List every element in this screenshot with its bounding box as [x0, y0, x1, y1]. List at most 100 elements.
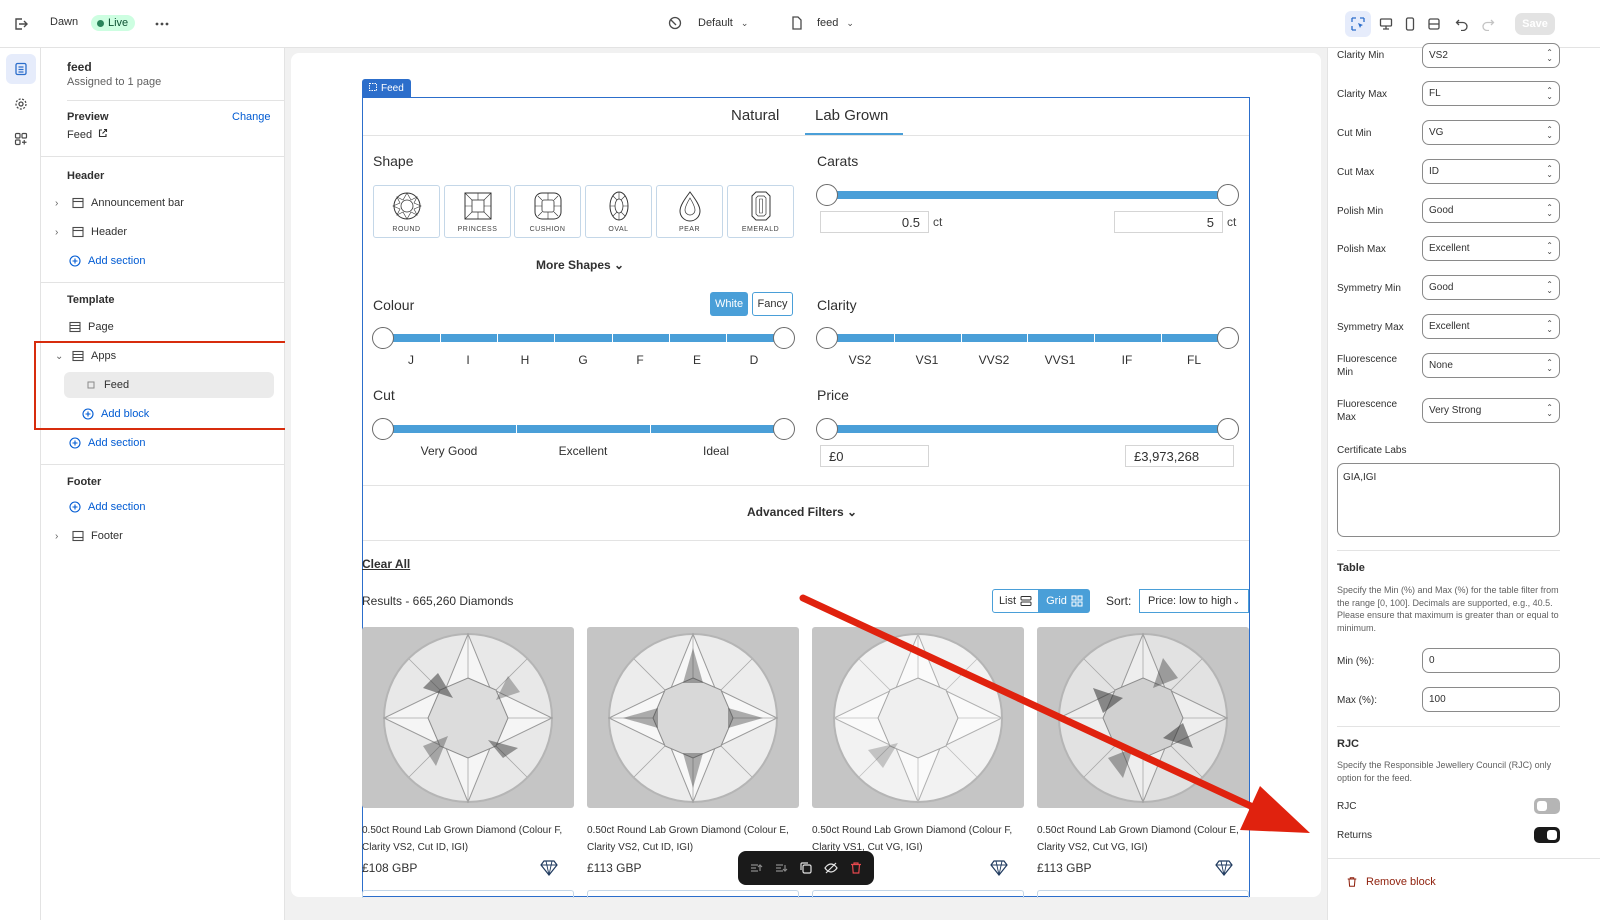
colour-fancy-toggle[interactable]: Fancy [752, 292, 793, 316]
symmetry-min-select[interactable]: Good ⌃ ⌄ [1422, 275, 1560, 300]
product-title[interactable]: 0.50ct Round Lab Grown Diamond (Colour E… [1037, 822, 1251, 856]
select-arrows-icon: ⌃ ⌄ [1546, 202, 1553, 218]
symmetry-max-select[interactable]: Excellent ⌃ ⌄ [1422, 314, 1560, 339]
shape-princess[interactable]: PRINCESS [444, 185, 511, 238]
sort-select[interactable]: Price: low to high ⌄ [1139, 589, 1249, 613]
duplicate-icon[interactable] [797, 859, 815, 877]
shape-name: ROUND [392, 226, 421, 233]
cut-max-handle[interactable] [773, 418, 795, 440]
grid-view-button[interactable]: Grid [1039, 589, 1090, 613]
cert-labs-textarea[interactable]: GIA,IGI [1337, 463, 1560, 537]
sections-icon[interactable] [6, 54, 36, 84]
shape-round[interactable]: ROUND [373, 185, 440, 238]
select-arrows-icon: ⌃ ⌄ [1546, 85, 1553, 101]
chevron-right-icon[interactable]: › [55, 531, 65, 542]
shape-oval[interactable]: OVAL [585, 185, 652, 238]
colour-tick-label: D [749, 353, 759, 367]
list-view-button[interactable]: List [992, 589, 1039, 613]
table-max-input[interactable]: 100 [1422, 687, 1560, 712]
cut-slider-track[interactable] [383, 425, 784, 433]
next-row-card [812, 890, 1024, 898]
select-value: Excellent [1429, 321, 1470, 332]
slider-tick [650, 425, 651, 433]
page-title: feed [67, 60, 92, 74]
move-down-icon[interactable] [772, 859, 790, 877]
section-page[interactable]: Page [68, 320, 114, 334]
shape-pear[interactable]: PEAR [656, 185, 723, 238]
clarity-max-handle[interactable] [1217, 327, 1239, 349]
table-min-input[interactable]: 0 [1422, 648, 1560, 673]
product-image[interactable] [362, 627, 574, 808]
add-section-footer-button[interactable]: Add section [68, 500, 145, 514]
tab-lab-grown[interactable]: Lab Grown [815, 107, 888, 124]
more-shapes-button[interactable]: More Shapes ⌄ [536, 258, 624, 272]
carats-min-handle[interactable] [816, 184, 838, 206]
carats-slider-track[interactable] [827, 191, 1228, 199]
remove-block-button[interactable]: Remove block [1346, 876, 1436, 888]
inspector-icon[interactable] [1345, 11, 1371, 37]
preview-value[interactable]: Feed [67, 128, 108, 141]
price-max-handle[interactable] [1217, 418, 1239, 440]
chevron-right-icon[interactable]: › [55, 198, 65, 209]
shape-emerald[interactable]: EMERALD [727, 185, 794, 238]
theme-selector[interactable]: Default ⌄ [668, 16, 748, 30]
section-announcement-bar[interactable]: › Announcement bar [55, 196, 184, 210]
price-min-handle[interactable] [816, 418, 838, 440]
polish-max-select[interactable]: Excellent ⌃ ⌄ [1422, 236, 1560, 261]
polish-min-select[interactable]: Good ⌃ ⌄ [1422, 198, 1560, 223]
returns-toggle[interactable] [1534, 827, 1560, 843]
price-max-input[interactable]: £3,973,268 [1125, 445, 1234, 467]
fluorescence-max-select[interactable]: Very Strong ⌃ ⌄ [1422, 398, 1560, 423]
colour-tick-label: J [408, 353, 414, 367]
colour-slider-track[interactable] [383, 334, 784, 342]
add-section-template-button[interactable]: Add section [68, 436, 145, 450]
clarity-min-select[interactable]: VS2 ⌃ ⌄ [1422, 43, 1560, 68]
delete-icon[interactable] [847, 859, 865, 877]
carat-min-input[interactable]: 0.5 [820, 211, 929, 233]
move-up-icon[interactable] [747, 859, 765, 877]
cut-max-select[interactable]: ID ⌃ ⌄ [1422, 159, 1560, 184]
carats-max-handle[interactable] [1217, 184, 1239, 206]
clarity-min-handle[interactable] [816, 327, 838, 349]
mobile-view-icon[interactable] [1397, 11, 1423, 37]
tab-natural[interactable]: Natural [731, 107, 779, 124]
price-min-input[interactable]: £0 [820, 445, 929, 467]
product-image[interactable] [812, 627, 1024, 808]
undo-icon[interactable] [1449, 11, 1475, 37]
advanced-filters-button[interactable]: Advanced Filters ⌄ [747, 505, 857, 519]
exit-icon[interactable] [8, 11, 34, 37]
page-selector[interactable]: feed ⌄ [791, 16, 854, 30]
hide-icon[interactable] [822, 859, 840, 877]
more-actions-icon[interactable] [149, 11, 175, 37]
apps-icon[interactable] [6, 124, 36, 154]
price-slider-track[interactable] [827, 425, 1228, 433]
save-button[interactable]: Save [1515, 13, 1555, 35]
product-image[interactable] [1037, 627, 1249, 808]
feed-block-tag[interactable]: Feed [362, 79, 411, 97]
chevron-right-icon[interactable]: › [55, 227, 65, 238]
shape-name: CUSHION [529, 226, 566, 233]
colour-min-handle[interactable] [372, 327, 394, 349]
fullscreen-icon[interactable] [1421, 11, 1447, 37]
clear-all-link[interactable]: Clear All [362, 557, 410, 571]
add-section-header-button[interactable]: Add section [68, 254, 145, 268]
settings-gear-icon[interactable] [6, 89, 36, 119]
cut-min-select[interactable]: VG ⌃ ⌄ [1422, 120, 1560, 145]
product-image[interactable] [587, 627, 799, 808]
fluorescence-min-select[interactable]: None ⌃ ⌄ [1422, 353, 1560, 378]
results-count: Results - 665,260 Diamonds [362, 594, 514, 608]
change-preview-link[interactable]: Change [232, 111, 271, 123]
carat-max-input[interactable]: 5 [1114, 211, 1223, 233]
colour-white-toggle[interactable]: White [710, 292, 748, 316]
select-arrows-icon: ⌃ ⌄ [1546, 163, 1553, 179]
section-header[interactable]: › Header [55, 225, 127, 239]
clarity-max-select[interactable]: FL ⌃ ⌄ [1422, 81, 1560, 106]
rjc-toggle[interactable] [1534, 798, 1560, 814]
cut-min-handle[interactable] [372, 418, 394, 440]
colour-max-handle[interactable] [773, 327, 795, 349]
redo-icon[interactable] [1475, 11, 1501, 37]
product-title[interactable]: 0.50ct Round Lab Grown Diamond (Colour F… [362, 822, 576, 856]
desktop-view-icon[interactable] [1373, 11, 1399, 37]
shape-cushion[interactable]: CUSHION [514, 185, 581, 238]
section-footer[interactable]: › Footer [55, 529, 123, 543]
